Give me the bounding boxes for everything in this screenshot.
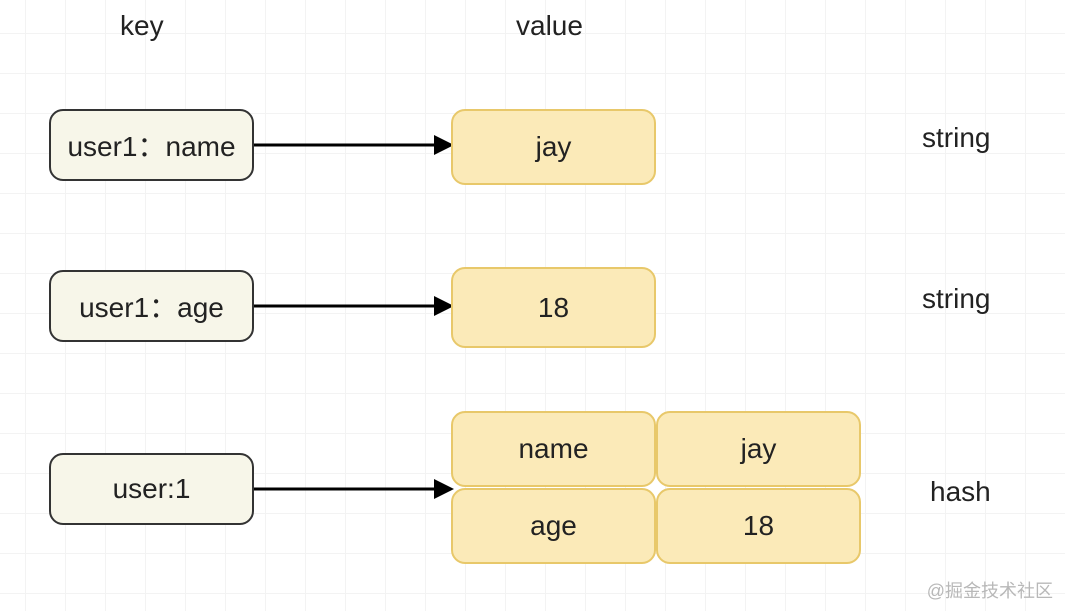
arrow-icon bbox=[254, 281, 454, 331]
hash-value-18: 18 bbox=[656, 488, 861, 564]
key-text: user1：age bbox=[79, 286, 224, 326]
value-box-18: 18 bbox=[451, 267, 656, 348]
type-label-string-2: string bbox=[922, 283, 990, 315]
hash-field-text: age bbox=[530, 510, 577, 542]
hash-value-text: 18 bbox=[743, 510, 774, 542]
key-box-user-1: user:1 bbox=[49, 453, 254, 525]
arrow-icon bbox=[254, 464, 454, 514]
value-text: 18 bbox=[538, 292, 569, 324]
key-text: user:1 bbox=[113, 473, 191, 505]
key-box-user1-age: user1：age bbox=[49, 270, 254, 342]
watermark: @掘金技术社区 bbox=[927, 577, 1053, 603]
key-box-user1-name: user1：name bbox=[49, 109, 254, 181]
hash-field-name: name bbox=[451, 411, 656, 487]
header-key: key bbox=[120, 10, 164, 42]
hash-value-jay: jay bbox=[656, 411, 861, 487]
header-value: value bbox=[516, 10, 583, 42]
hash-field-text: name bbox=[518, 433, 588, 465]
hash-field-age: age bbox=[451, 488, 656, 564]
hash-value-text: jay bbox=[741, 433, 777, 465]
arrow-icon bbox=[254, 120, 454, 170]
key-text: user1：name bbox=[67, 125, 235, 165]
type-label-hash: hash bbox=[930, 476, 991, 508]
value-box-jay: jay bbox=[451, 109, 656, 185]
value-text: jay bbox=[536, 131, 572, 163]
type-label-string-1: string bbox=[922, 122, 990, 154]
